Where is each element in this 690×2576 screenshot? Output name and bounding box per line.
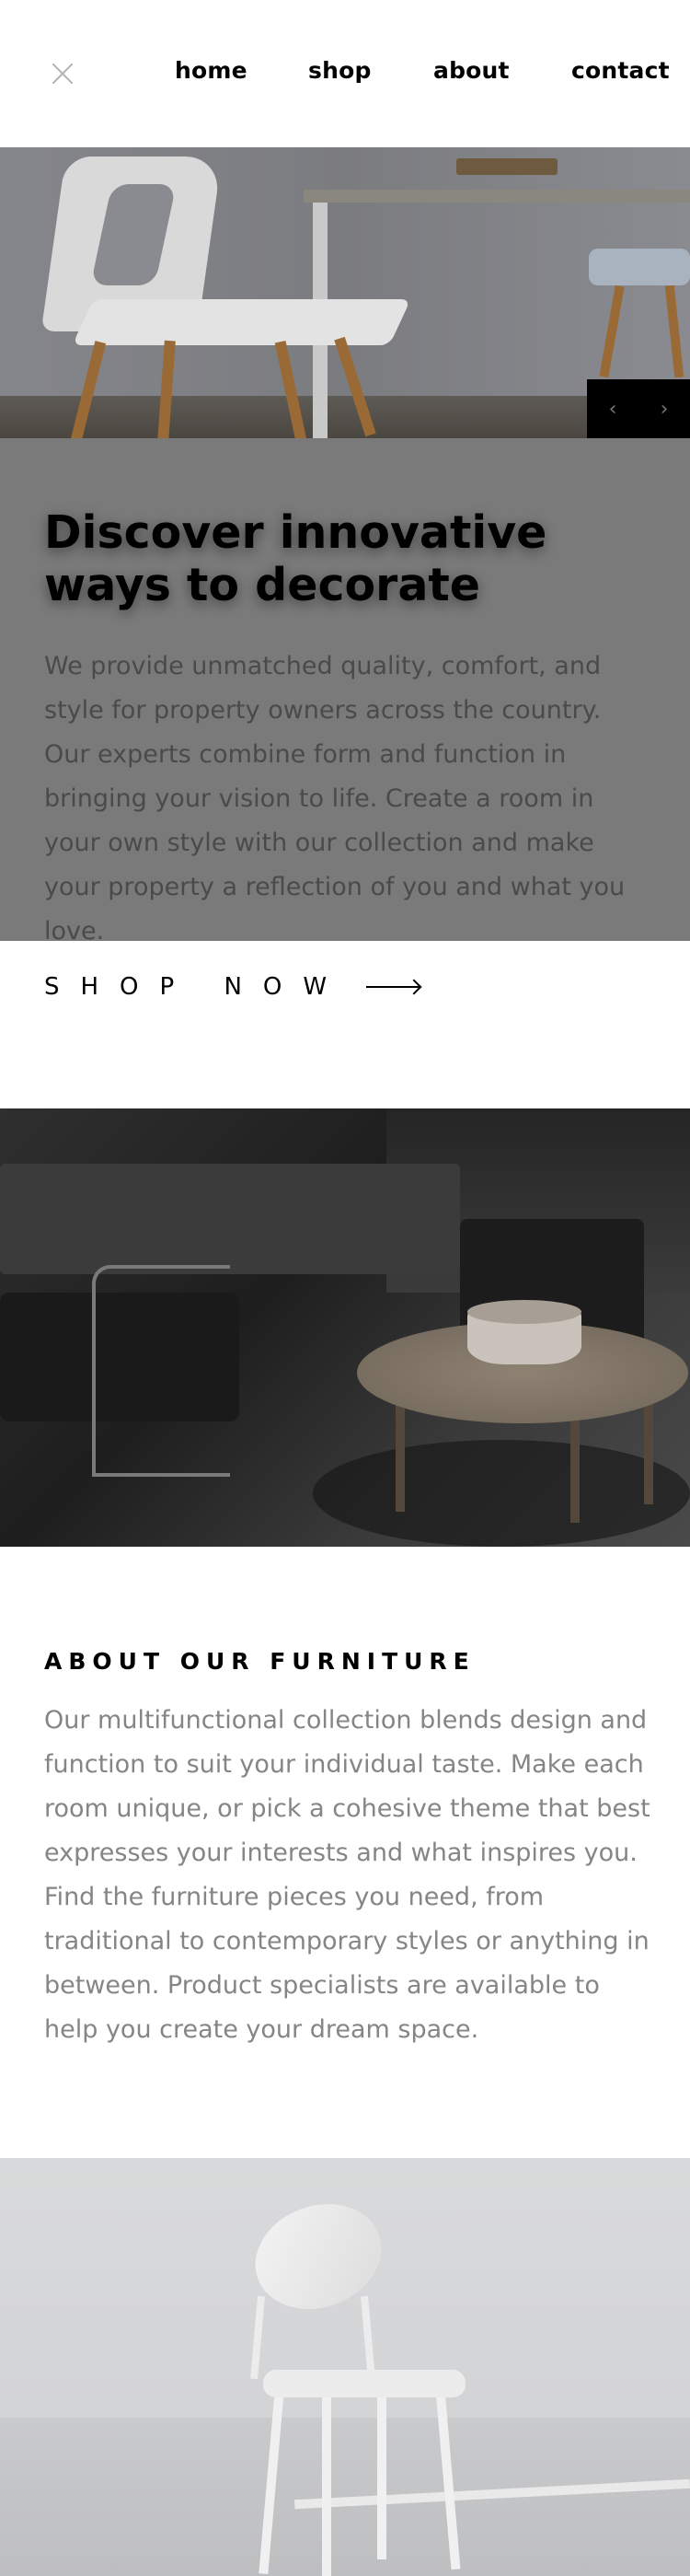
hero-table [304,190,690,203]
top-nav: home shop about contact [0,0,690,147]
dark-chair-frame [92,1265,230,1477]
about-description: Our multifunctional collection blends de… [44,1706,650,2044]
dark-bed [0,1164,460,1274]
hero-tray [456,158,558,175]
nav-link-about[interactable]: about [433,57,510,84]
hero-text-panel: Discover innovative ways to decorate We … [0,438,690,946]
chair-leg [377,2394,386,2559]
chevron-left-icon[interactable]: ‹ [587,379,638,438]
dark-interior-image [0,1108,690,1547]
arrow-right-icon [366,986,420,988]
chevron-right-icon[interactable]: › [638,379,690,438]
shop-now-label: SHOP NOW [44,973,349,1001]
about-title: ABOUT OUR FURNITURE [44,1648,476,1675]
chair-back-support [361,2295,375,2380]
dark-table-leg [644,1394,653,1504]
hero-title: Discover innovative ways to decorate [44,506,547,611]
chair-leg [322,2394,331,2576]
hero-chair-seat [72,299,411,345]
slider-controls: ‹ › [587,379,690,438]
dark-table-leg [396,1401,405,1512]
dark-bowl-rim [467,1300,581,1324]
white-chair-image [0,2158,690,2576]
nav-link-shop[interactable]: shop [308,57,372,84]
chair-seat [263,2370,466,2397]
close-icon[interactable] [52,63,74,85]
hero-description: We provide unmatched quality, comfort, a… [44,652,626,946]
chair-back-support [250,2295,265,2380]
nav-link-home[interactable]: home [175,57,247,84]
dark-table-leg [570,1412,580,1523]
dark-table-shadow [313,1440,690,1547]
shop-now-button[interactable]: SHOP NOW [44,969,420,1005]
nav-link-contact[interactable]: contact [571,57,670,84]
hero-second-chair [589,249,690,285]
